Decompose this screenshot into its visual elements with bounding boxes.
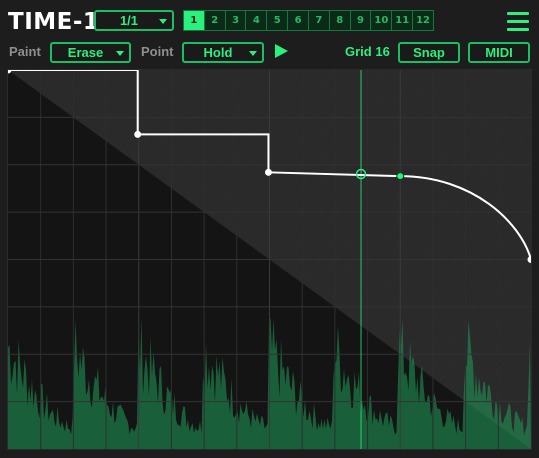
chevron-down-icon: [249, 50, 257, 56]
pattern-button-3[interactable]: 3: [226, 11, 247, 30]
envelope-editor[interactable]: [7, 69, 532, 450]
pattern-button-7[interactable]: 7: [309, 11, 330, 30]
pattern-button-9[interactable]: 9: [351, 11, 372, 30]
time-1-plugin-window: TIME-1 1/1 1 2 3 4 5 6 7 8 9 10 11 12 Paint Erase P…: [0, 0, 539, 458]
pattern-button-12[interactable]: 12: [413, 11, 433, 30]
play-icon[interactable]: [275, 44, 288, 58]
point-mode-select[interactable]: Hold: [182, 42, 264, 63]
envelope-point-2[interactable]: [134, 130, 142, 138]
point-label: Point: [141, 44, 174, 59]
midi-button[interactable]: MIDI: [468, 42, 530, 63]
grid-size-label[interactable]: Grid 16: [345, 42, 390, 62]
pattern-button-6[interactable]: 6: [288, 11, 309, 30]
plugin-title: TIME-1: [8, 9, 100, 35]
envelope-canvas[interactable]: [8, 70, 531, 449]
pattern-button-5[interactable]: 5: [267, 11, 289, 30]
hamburger-menu-icon[interactable]: [507, 12, 529, 31]
snap-button[interactable]: Snap: [398, 42, 460, 63]
paint-mode-select[interactable]: Erase: [50, 42, 131, 63]
envelope-point-4[interactable]: [396, 172, 405, 181]
pattern-button-1[interactable]: 1: [184, 11, 205, 30]
rate-select[interactable]: 1/1: [94, 10, 174, 31]
rate-select-value: 1/1: [119, 13, 139, 28]
chevron-down-icon: [159, 18, 167, 24]
pattern-selector: 1 2 3 4 5 6 7 8 9 10 11 12: [183, 10, 434, 31]
point-mode-value: Hold: [203, 45, 233, 60]
paint-mode-value: Erase: [67, 45, 104, 60]
pattern-button-10[interactable]: 10: [371, 11, 393, 30]
paint-label: Paint: [9, 44, 41, 59]
pattern-button-4[interactable]: 4: [246, 11, 268, 30]
envelope-point-1[interactable]: [8, 70, 12, 74]
envelope-point-3[interactable]: [264, 168, 272, 176]
pattern-button-8[interactable]: 8: [330, 11, 351, 30]
chevron-down-icon: [116, 50, 124, 56]
pattern-button-2[interactable]: 2: [205, 11, 226, 30]
pattern-button-11[interactable]: 11: [392, 11, 414, 30]
